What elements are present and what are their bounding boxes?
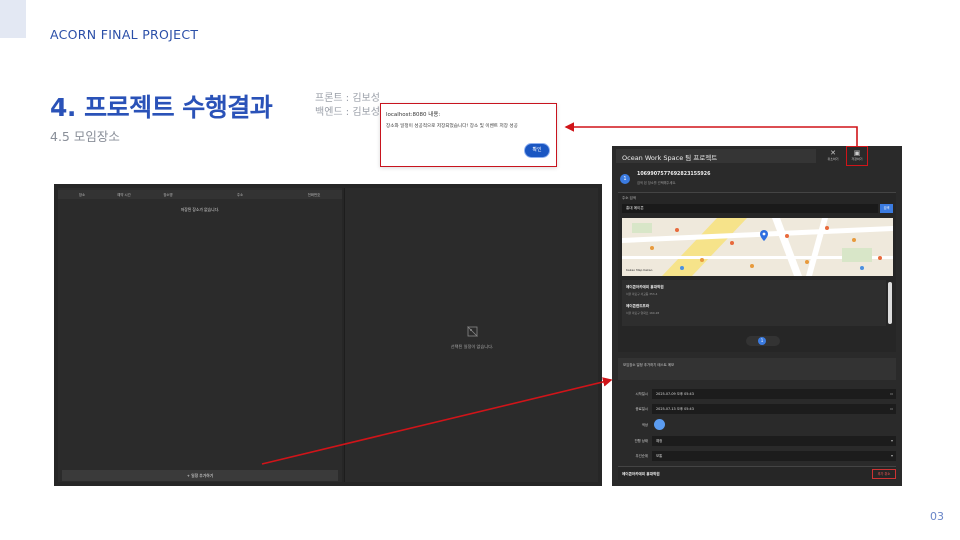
no-image-icon	[467, 326, 478, 337]
column-header: 예약 시간	[117, 193, 131, 197]
room-id-hint: 검색 된 장소를 선택해주세요.	[637, 181, 677, 185]
selected-place-row: 에이콘아카데미 홍대학원 추가 취소	[618, 466, 896, 480]
search-input[interactable]: 홍대 에이콘	[622, 204, 878, 213]
page-title: 4. 프로젝트 수행결과	[50, 93, 273, 122]
result-address: 서울 마포구 양화로 160-28	[626, 311, 660, 315]
cancel-add-button[interactable]: 추가 취소	[872, 469, 896, 479]
calendar-icon: ▫	[890, 406, 893, 411]
page-1-button[interactable]: 1	[758, 337, 766, 345]
save-to-alert-arrow	[564, 122, 858, 146]
alert-ok-button[interactable]: 확인	[524, 143, 550, 158]
save-highlight-box	[846, 146, 868, 166]
column-header: 주소	[236, 193, 244, 197]
calendar-icon: ▫	[890, 391, 893, 396]
color-row: 색상	[618, 419, 896, 431]
schedule-table-panel: 장소 예약 시간 장소명 주소 전화번호 저장된 장소가 없습니다. + 일정 …	[58, 188, 342, 482]
results-scrollbar[interactable]	[888, 282, 892, 324]
map-attribution: Kakao Map Kakao	[626, 268, 653, 272]
project-label: ACORN FINAL PROJECT	[50, 27, 199, 42]
place-add-screenshot: Ocean Work Space 팀 프로젝트 ✕ 취소하기 ▣ 저장하기 1 …	[612, 146, 902, 486]
search-label: 주소 검색	[622, 196, 636, 200]
corner-decoration	[0, 0, 26, 38]
field-label: 색상	[641, 423, 648, 427]
cancel-button[interactable]: ✕ 취소하기	[822, 149, 844, 166]
list-item[interactable]: 에이콘랜드프라 서울 마포구 양화로 160-28	[626, 304, 659, 315]
kakao-map[interactable]: Kakao Map Kakao	[622, 218, 893, 276]
field-label: 진행 상태	[634, 439, 648, 443]
add-schedule-button[interactable]: + 일정 추가하기	[62, 470, 338, 481]
search-button[interactable]: 검색	[880, 204, 893, 213]
end-datetime-input[interactable]: 2025-07-13 오후 05:43 ▫	[652, 404, 896, 414]
chevron-down-icon: ▾	[890, 438, 893, 443]
empty-list-message: 저장된 장소가 없습니다.	[180, 207, 220, 212]
status-row: 진행 상태 예정 ▾	[618, 435, 896, 447]
field-label: 종료일시	[635, 407, 648, 411]
page-number: 03	[930, 510, 944, 523]
close-icon: ✕	[830, 149, 836, 157]
result-name: 에이콘아카데미 홍대학원	[626, 285, 664, 289]
column-header: 장소명	[163, 193, 173, 197]
room-id: 1069907577692823155926	[637, 172, 711, 177]
pagination: 1	[746, 336, 780, 346]
schedule-list-screenshot: 장소 예약 시간 장소명 주소 전화번호 저장된 장소가 없습니다. + 일정 …	[54, 184, 602, 486]
end-datetime-row: 종료일시 2025-07-13 오후 05:43 ▫	[618, 403, 896, 415]
memo-field[interactable]: 모임장소 일정 추가하기 테스트 메모	[618, 358, 896, 380]
table-header: 장소 예약 시간 장소명 주소 전화번호	[58, 190, 342, 199]
credits: 프론트 : 김보성 백엔드 : 김보성	[315, 92, 380, 120]
workspace-title-bar: Ocean Work Space 팀 프로젝트	[616, 149, 816, 163]
memo-text: 모임장소 일정 추가하기 테스트 메모	[623, 363, 675, 367]
alert-dialog: localhost:8080 내용: 장소와 일정이 성공적으로 저장되었습니다…	[380, 103, 557, 167]
map-graphic	[622, 218, 893, 276]
section-subtitle: 4.5 모임장소	[50, 129, 120, 144]
color-picker[interactable]	[654, 419, 665, 430]
priority-select[interactable]: 보통 ▾	[652, 451, 896, 461]
schedule-detail-panel: 선택된 일정이 없습니다.	[344, 188, 598, 482]
field-label: 시작일시	[635, 392, 648, 396]
start-datetime-input[interactable]: 2025-07-09 오후 05:43 ▫	[652, 389, 896, 399]
chevron-down-icon: ▾	[890, 453, 893, 458]
cancel-label: 취소하기	[827, 157, 839, 161]
alert-title: localhost:8080 내용:	[386, 112, 441, 118]
search-results-list: 에이콘아카데미 홍대학원 서울 마포구 서교동 353-4 에이콘랜드프라 서울…	[622, 280, 886, 326]
workspace-title: Ocean Work Space 팀 프로젝트	[622, 154, 718, 162]
result-name: 에이콘랜드프라	[626, 304, 650, 308]
alert-message: 장소와 일정이 성공적으로 저장되었습니다! 장소 및 이벤트 저장 성공	[386, 124, 518, 129]
step-badge: 1	[620, 174, 630, 184]
priority-row: 우선순위 보통 ▾	[618, 450, 896, 462]
status-select[interactable]: 예정 ▾	[652, 436, 896, 446]
empty-detail-message: 선택된 일정이 없습니다.	[450, 344, 494, 349]
column-header: 장소	[78, 193, 86, 197]
credit-back: 백엔드 : 김보성	[315, 107, 380, 118]
result-address: 서울 마포구 서교동 353-4	[626, 292, 658, 296]
start-datetime-row: 시작일시 2025-07-09 오후 05:43 ▫	[618, 388, 896, 400]
list-item[interactable]: 에이콘아카데미 홍대학원 서울 마포구 서교동 353-4	[626, 285, 664, 296]
address-search-section: 주소 검색 홍대 에이콘 검색 Kakao Map Kakao 에이콘아카데미 …	[618, 192, 896, 352]
credit-front: 프론트 : 김보성	[315, 93, 380, 104]
selected-place-name: 에이콘아카데미 홍대학원	[622, 472, 660, 476]
field-label: 우선순위	[635, 454, 648, 458]
column-header: 전화번호	[307, 193, 321, 197]
